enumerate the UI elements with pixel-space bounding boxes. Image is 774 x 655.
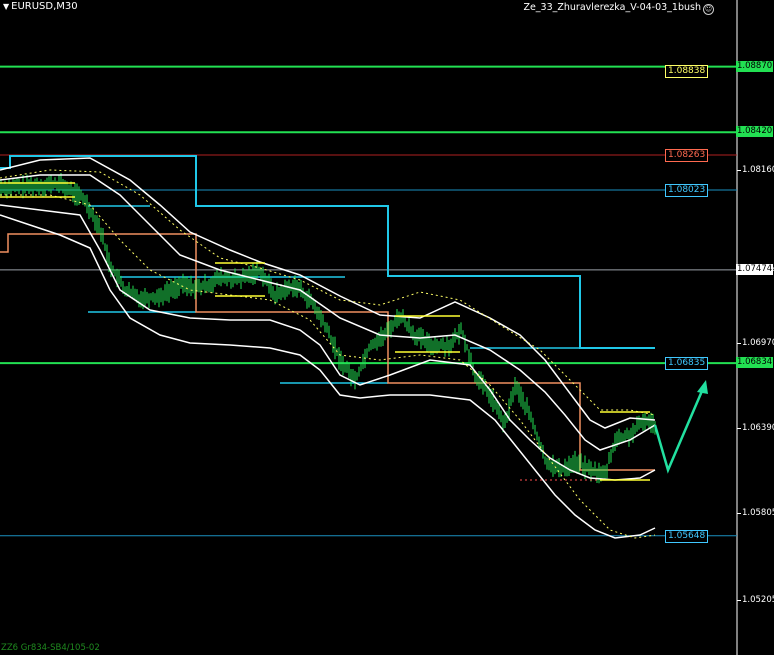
zigzag-arrow-line xyxy=(653,383,707,474)
level-tag-7: 1.06835 xyxy=(665,356,709,370)
dropdown-triangle-icon: ▼ xyxy=(3,2,10,11)
symbol-label: ▼ EURUSD,M30 xyxy=(3,1,78,13)
price-chart[interactable] xyxy=(0,0,774,655)
level-tag-8: 1.05648 xyxy=(665,529,709,543)
upper-band-outer xyxy=(0,157,656,429)
axis-price-tag: 1.07474 xyxy=(736,263,774,275)
axis-tick-label: 1.06390 xyxy=(742,422,774,433)
axis-tick-mark xyxy=(737,343,741,345)
axis-tick-mark xyxy=(737,512,741,514)
cyan-step-line xyxy=(0,155,655,349)
footer-label: ZZ6 Gr834-SB4/105-02 xyxy=(1,643,100,653)
arrow-head-icon xyxy=(697,380,708,394)
indicator-name: Ze_33_Zhuravlerezka_V-04-03_1bush xyxy=(523,2,701,13)
axis-tick-mark xyxy=(737,170,741,172)
price-axis[interactable]: 1.08160 1.07474 1.06970 1.06390 1.05805 1.052… xyxy=(714,0,774,655)
lower-band-inner xyxy=(0,204,656,481)
axis-tick-mark xyxy=(737,427,741,429)
level-tag-6: 1.08023 xyxy=(665,184,709,197)
level-tag-5: 1.08263 xyxy=(665,149,709,163)
axis-price-tag: 1.08420 xyxy=(736,126,774,138)
indicator-label: Ze_33_Zhuravlerezka_V-04-03_1bush ☺ xyxy=(523,2,714,15)
axis-tick-label: 1.05805 xyxy=(742,507,774,518)
axis-tick-label: 1.05205 xyxy=(742,595,774,606)
level-tag-4: 1.08838 xyxy=(665,65,709,79)
axis-price-tag: 1.06834 xyxy=(736,357,774,369)
orange-step-line xyxy=(0,233,655,471)
symbol-text: EURUSD,M30 xyxy=(11,1,78,12)
axis-tick-label: 1.06970 xyxy=(742,338,774,349)
axis-tick-mark xyxy=(737,600,741,602)
smiley-icon[interactable]: ☺ xyxy=(703,4,714,15)
axis-price-tag: 1.08870 xyxy=(736,60,774,72)
chart-window[interactable]: ▼ EURUSD,M30 Ze_33_Zhuravlerezka_V-04-03_… xyxy=(0,0,774,655)
axis-tick-label: 1.08160 xyxy=(742,165,774,176)
candles-group xyxy=(0,173,656,484)
